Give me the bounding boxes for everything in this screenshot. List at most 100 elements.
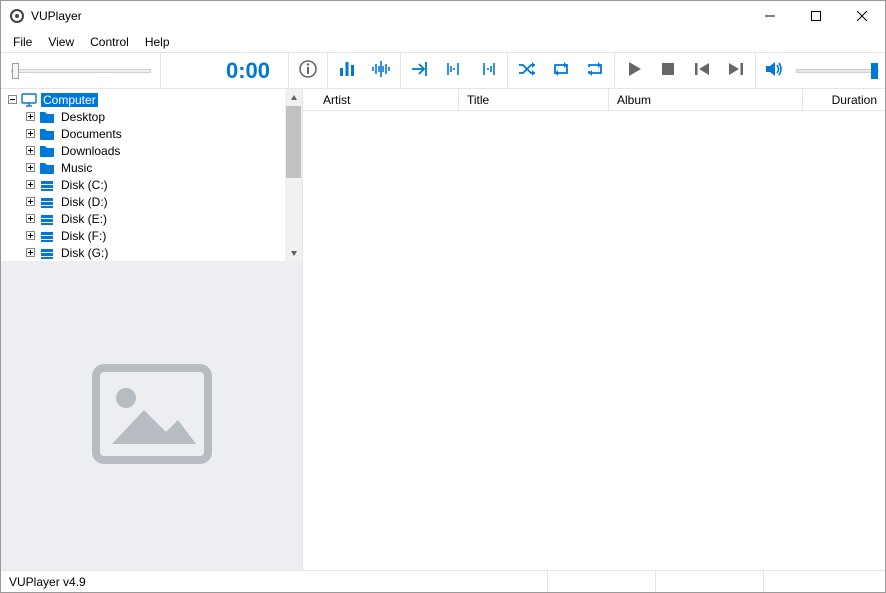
toolbar: 0:00 — [1, 53, 885, 89]
status-cell-3 — [656, 571, 764, 592]
disk-icon — [39, 211, 55, 227]
equalizer-icon — [337, 59, 357, 82]
column-duration[interactable]: Duration — [803, 89, 885, 110]
equalizer-button[interactable] — [331, 55, 363, 87]
tree-label: Disk (G:) — [59, 246, 110, 260]
shuffle-button[interactable] — [511, 55, 543, 87]
column-artist[interactable]: Artist — [315, 89, 459, 110]
folder-tree[interactable]: Computer DesktopDocumentsDownloadsMusicD… — [1, 89, 285, 261]
next-button[interactable] — [720, 55, 752, 87]
info-button[interactable] — [292, 55, 324, 87]
waveform-icon — [371, 59, 391, 82]
expand-icon[interactable] — [25, 162, 36, 173]
column-handle[interactable] — [303, 89, 315, 110]
skip-to-end-button[interactable] — [404, 55, 436, 87]
stop-icon — [658, 59, 678, 82]
window-title: VUPlayer — [31, 9, 82, 23]
previous-icon — [692, 59, 712, 82]
repeat-all-button[interactable] — [579, 55, 611, 87]
tree-item[interactable]: Desktop — [25, 108, 285, 125]
expand-icon[interactable] — [25, 247, 36, 258]
tree-label: Disk (D:) — [59, 195, 110, 209]
play-icon — [624, 59, 644, 82]
volume-slider[interactable] — [796, 69, 879, 73]
menubar: File View Control Help — [1, 31, 885, 53]
tree-item[interactable]: Disk (D:) — [25, 193, 285, 210]
visualizer-button[interactable] — [365, 55, 397, 87]
expand-icon[interactable] — [25, 128, 36, 139]
status-cell-4 — [764, 571, 885, 592]
expand-icon[interactable] — [25, 145, 36, 156]
tree-item[interactable]: Disk (E:) — [25, 210, 285, 227]
scroll-down-icon[interactable] — [285, 244, 302, 261]
menu-help[interactable]: Help — [137, 33, 178, 51]
play-button[interactable] — [618, 55, 650, 87]
repeat-icon — [585, 59, 605, 82]
folder-icon — [39, 126, 55, 142]
tree-label: Music — [59, 161, 94, 175]
seek-slider[interactable] — [1, 53, 161, 88]
mute-button[interactable] — [758, 55, 790, 87]
tree-item[interactable]: Music — [25, 159, 285, 176]
tree-root-computer[interactable]: Computer — [7, 91, 285, 108]
close-button[interactable] — [839, 1, 885, 31]
expand-icon[interactable] — [25, 179, 36, 190]
tree-label: Downloads — [59, 144, 122, 158]
disk-icon — [39, 245, 55, 261]
speaker-icon — [764, 59, 784, 82]
stop-button[interactable] — [652, 55, 684, 87]
tree-label: Disk (E:) — [59, 212, 109, 226]
column-title[interactable]: Title — [459, 89, 609, 110]
scroll-thumb[interactable] — [286, 106, 301, 178]
tree-scrollbar[interactable] — [285, 89, 302, 261]
tree-item[interactable]: Disk (G:) — [25, 244, 285, 261]
expand-icon[interactable] — [25, 111, 36, 122]
titlebar: VUPlayer — [1, 1, 885, 31]
expand-icon[interactable] — [25, 213, 36, 224]
tree-item[interactable]: Disk (C:) — [25, 176, 285, 193]
column-album[interactable]: Album — [609, 89, 803, 110]
menu-control[interactable]: Control — [82, 33, 137, 51]
tree-label: Documents — [59, 127, 124, 141]
tree-item[interactable]: Documents — [25, 125, 285, 142]
playlist-body[interactable] — [303, 111, 885, 570]
tree-label: Disk (F:) — [59, 229, 108, 243]
shuffle-icon — [517, 59, 537, 82]
tree-item[interactable]: Disk (F:) — [25, 227, 285, 244]
collapse-icon[interactable] — [7, 94, 18, 105]
crossfade-b-button[interactable] — [472, 55, 504, 87]
folder-tree-container: Computer DesktopDocumentsDownloadsMusicD… — [1, 89, 302, 261]
expand-icon[interactable] — [25, 230, 36, 241]
gap-left-icon — [444, 59, 464, 82]
disk-icon — [39, 194, 55, 210]
tree-label: Computer — [41, 93, 98, 107]
statusbar: VUPlayer v4.9 — [1, 570, 885, 592]
arrow-to-bar-icon — [410, 59, 430, 82]
repeat-one-button[interactable] — [545, 55, 577, 87]
minimize-button[interactable] — [747, 1, 793, 31]
disk-icon — [39, 177, 55, 193]
menu-view[interactable]: View — [40, 33, 82, 51]
folder-icon — [39, 160, 55, 176]
left-panel: Computer DesktopDocumentsDownloadsMusicD… — [1, 89, 303, 570]
time-display: 0:00 — [161, 53, 289, 88]
status-cell-2 — [548, 571, 656, 592]
expand-icon[interactable] — [25, 196, 36, 207]
maximize-button[interactable] — [793, 1, 839, 31]
gap-right-icon — [478, 59, 498, 82]
tree-item[interactable]: Downloads — [25, 142, 285, 159]
next-icon — [726, 59, 746, 82]
status-version: VUPlayer v4.9 — [1, 571, 548, 592]
folder-icon — [39, 143, 55, 159]
info-icon — [298, 59, 318, 82]
crossfade-a-button[interactable] — [438, 55, 470, 87]
main-body: Computer DesktopDocumentsDownloadsMusicD… — [1, 89, 885, 570]
app-window: VUPlayer File View Control Help 0:00 — [0, 0, 886, 593]
menu-file[interactable]: File — [5, 33, 40, 51]
disk-icon — [39, 228, 55, 244]
folder-icon — [39, 109, 55, 125]
tree-label: Desktop — [59, 110, 107, 124]
playlist-panel: Artist Title Album Duration — [303, 89, 885, 570]
previous-button[interactable] — [686, 55, 718, 87]
scroll-up-icon[interactable] — [285, 89, 302, 106]
